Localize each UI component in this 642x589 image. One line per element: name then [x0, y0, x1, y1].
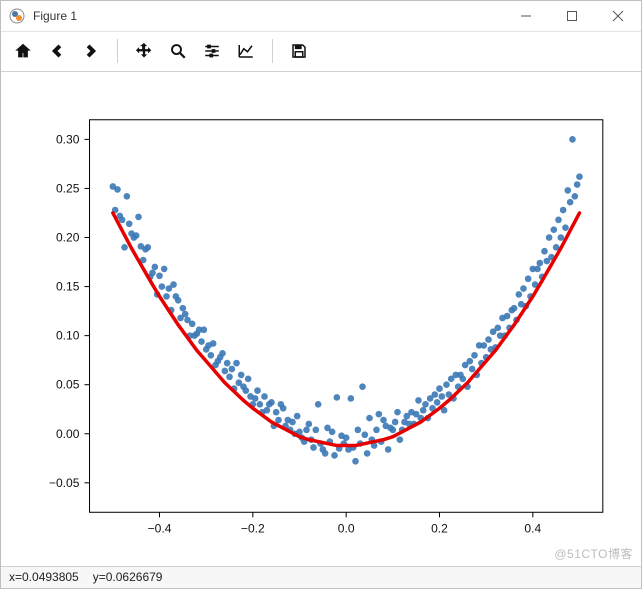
pan-button[interactable] — [128, 35, 160, 67]
home-icon — [14, 42, 32, 60]
close-button[interactable] — [595, 1, 641, 31]
xtick-label: −0.2 — [241, 521, 265, 535]
axes-frame — [90, 119, 603, 512]
ytick-label: 0.30 — [56, 132, 80, 146]
plot-area[interactable]: −0.4 −0.2 0.0 0.2 0.4 −0.05 0.00 0.05 0.10 0.15 0.… — [1, 72, 641, 566]
window-title: Figure 1 — [33, 9, 77, 23]
status-y: y=0.0626679 — [93, 570, 163, 584]
xtick-label: 0.2 — [431, 521, 448, 535]
save-icon — [290, 42, 308, 60]
subplots-button[interactable] — [196, 35, 228, 67]
ytick-label: 0.15 — [56, 279, 80, 293]
subplots-icon — [203, 42, 221, 60]
figure-window: Figure 1 −0.4 −0.2 0.0 0.2 0.4 −0.05 0.00 0.05 0… — [0, 0, 642, 589]
ytick-label: 0.10 — [56, 328, 80, 342]
back-button[interactable] — [41, 35, 73, 67]
maximize-button[interactable] — [549, 1, 595, 31]
minimize-button[interactable] — [503, 1, 549, 31]
xtick-label: 0.0 — [338, 521, 355, 535]
ytick-label: −0.05 — [49, 476, 80, 490]
toolbar — [1, 32, 641, 72]
fit-curve — [113, 213, 580, 446]
toolbar-separator — [272, 39, 273, 63]
home-button[interactable] — [7, 35, 39, 67]
scatter-series — [110, 136, 583, 465]
xtick-label: 0.4 — [524, 521, 541, 535]
statusbar: x=0.0493805 y=0.0626679 — [1, 566, 641, 588]
pan-icon — [135, 42, 153, 60]
forward-icon — [82, 42, 100, 60]
zoom-button[interactable] — [162, 35, 194, 67]
ytick-label: 0.05 — [56, 377, 80, 391]
xtick-label: −0.4 — [148, 521, 172, 535]
ytick-label: 0.00 — [56, 426, 80, 440]
forward-button[interactable] — [75, 35, 107, 67]
ytick-label: 0.20 — [56, 230, 80, 244]
app-icon — [9, 8, 25, 24]
axes-icon — [237, 42, 255, 60]
zoom-icon — [169, 42, 187, 60]
plot-canvas[interactable]: −0.4 −0.2 0.0 0.2 0.4 −0.05 0.00 0.05 0.10 0.15 0.… — [9, 78, 633, 564]
ytick-label: 0.25 — [56, 181, 80, 195]
status-x: x=0.0493805 — [9, 570, 79, 584]
toolbar-separator — [117, 39, 118, 63]
save-button[interactable] — [283, 35, 315, 67]
titlebar: Figure 1 — [1, 1, 641, 32]
back-icon — [48, 42, 66, 60]
axes-button[interactable] — [230, 35, 262, 67]
